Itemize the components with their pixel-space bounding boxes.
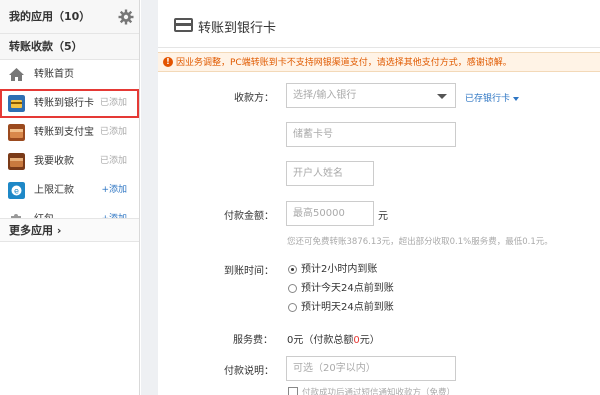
- gear-icon[interactable]: [118, 9, 134, 25]
- note-label: 付款说明：: [224, 366, 274, 377]
- fee-prefix: 0元（付款总额: [287, 335, 354, 346]
- page-title: 转账到银行卡: [198, 21, 277, 36]
- note-input[interactable]: 可选（20字以内）: [286, 356, 456, 381]
- amount-unit: 元: [378, 211, 388, 222]
- sidebar-item-label: 转账到银行卡: [34, 98, 94, 109]
- bank-select-placeholder: 选择/输入银行: [293, 90, 357, 101]
- note-placeholder: 可选（20字以内）: [293, 363, 376, 374]
- add-link[interactable]: +添加: [101, 176, 127, 205]
- radio-icon[interactable]: [288, 284, 297, 293]
- my-apps-header: 我的应用（10）: [0, 0, 139, 34]
- fee-value: 0元（付款总额0元）: [287, 331, 380, 346]
- amount-placeholder: 最高50000: [293, 208, 345, 219]
- sidebar-item-transfer-to-alipay[interactable]: 转账到支付宝 已添加: [0, 118, 139, 147]
- arrival-option-label: 预计2小时内到账: [301, 264, 378, 275]
- amount-hint: 您还可免费转账3876.13元，超出部分收取0.1%服务费，最低0.1元。: [287, 237, 553, 247]
- bank-card-icon: [174, 18, 193, 32]
- arrival-option-label: 预计明天24点前到账: [301, 302, 394, 313]
- caret-down-icon: [513, 96, 520, 101]
- radio-icon[interactable]: [288, 303, 297, 312]
- sidebar: 我的应用（10） 转账收款（5） 转账首页 转账到银行卡 已添加 转账到支付宝 …: [0, 0, 140, 395]
- chevron-down-icon: [437, 94, 447, 99]
- remit-icon: e: [8, 182, 25, 199]
- page-header: 转账到银行卡: [158, 0, 600, 48]
- sidebar-item-transfer-home[interactable]: 转账首页: [0, 60, 139, 89]
- account-holder-placeholder: 开户人姓名: [293, 168, 343, 179]
- fee-suffix: 元）: [359, 335, 380, 346]
- arrival-label: 到账时间：: [224, 266, 274, 277]
- saved-cards-label: 已存银行卡: [465, 94, 511, 104]
- arrival-option-label: 预计今天24点前到账: [301, 283, 394, 294]
- added-status: 已添加: [99, 127, 127, 137]
- bank-card-icon: [8, 95, 25, 112]
- sidebar-item-label: 转账首页: [34, 69, 74, 80]
- chevron-right-icon: ›: [56, 224, 62, 237]
- wallet-icon: [8, 153, 25, 170]
- added-status: 已添加: [99, 98, 127, 108]
- sms-notify-checkbox[interactable]: [288, 387, 298, 395]
- saved-cards-link[interactable]: 已存银行卡: [465, 91, 520, 104]
- more-apps-label: 更多应用: [9, 224, 53, 237]
- arrival-option-today[interactable]: 预计今天24点前到账: [288, 282, 394, 296]
- bank-select[interactable]: 选择/输入银行: [286, 83, 456, 108]
- home-icon: [9, 68, 24, 81]
- arrival-option-tomorrow[interactable]: 预计明天24点前到账: [288, 301, 394, 315]
- card-number-placeholder: 储蓄卡号: [293, 129, 333, 140]
- layout-gutter: [141, 0, 158, 395]
- added-status: 已添加: [99, 156, 127, 166]
- amount-label: 付款金额：: [224, 211, 274, 222]
- payee-label: 收款方：: [234, 93, 274, 104]
- sidebar-item-limit-remit[interactable]: e 上限汇款 +添加: [0, 176, 139, 205]
- sidebar-item-receive-money[interactable]: 我要收款 已添加: [0, 147, 139, 176]
- sidebar-item-label: 我要收款: [34, 156, 74, 167]
- more-apps-link[interactable]: 更多应用 ›: [0, 218, 139, 242]
- sidebar-item-transfer-to-bank[interactable]: 转账到银行卡 已添加: [0, 89, 139, 118]
- card-number-input[interactable]: 储蓄卡号: [286, 122, 456, 147]
- sidebar-item-label: 上限汇款: [34, 185, 74, 196]
- wallet-icon: [8, 124, 25, 141]
- notice-text: 因业务调整，PC端转账到卡不支持网银渠道支付，请选择其他支付方式，感谢谅解。: [176, 58, 512, 68]
- sms-notify-label: 付款成功后通过短信通知收款方（免费）: [302, 388, 456, 395]
- amount-input[interactable]: 最高50000: [286, 201, 374, 226]
- warning-icon: !: [163, 57, 173, 67]
- account-holder-input[interactable]: 开户人姓名: [286, 161, 374, 186]
- arrival-option-2h[interactable]: 预计2小时内到账: [288, 263, 377, 277]
- sidebar-item-label: 转账到支付宝: [34, 127, 94, 138]
- radio-checked-icon[interactable]: [288, 265, 297, 274]
- svg-text:e: e: [14, 187, 19, 196]
- transfer-section-title: 转账收款（5）: [0, 34, 139, 60]
- my-apps-title: 我的应用（10）: [9, 10, 91, 23]
- notice-banner: ! 因业务调整，PC端转账到卡不支持网银渠道支付，请选择其他支付方式，感谢谅解。: [158, 52, 600, 72]
- fee-label: 服务费：: [233, 335, 273, 346]
